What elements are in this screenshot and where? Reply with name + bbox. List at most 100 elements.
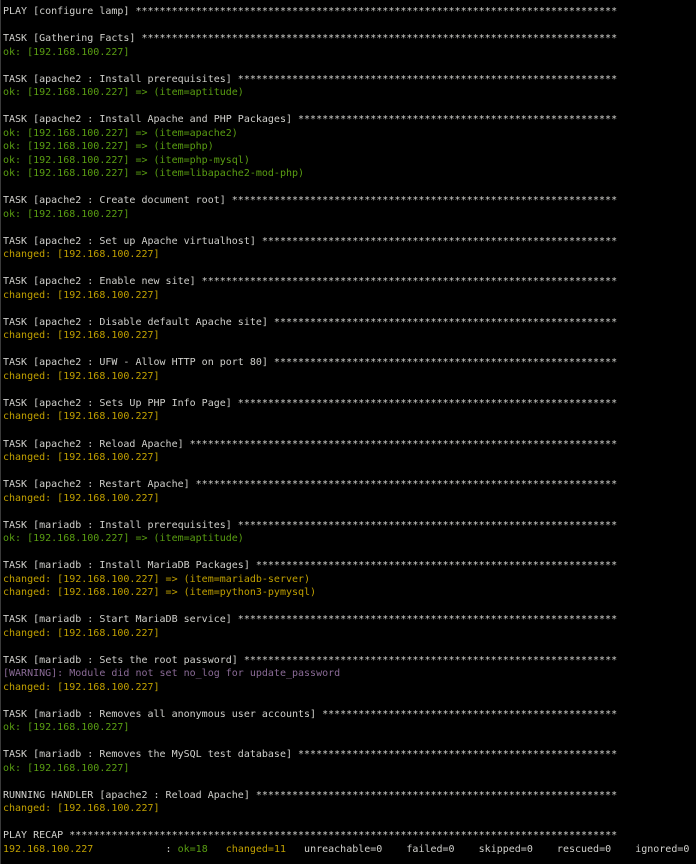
header-line: TASK [mariadb : Removes the MySQL test d… (1, 748, 695, 762)
separator-rule: ****************************************… (225, 195, 618, 207)
result-text: ok: [192.168.100.227] => (item=aptitude) (3, 533, 244, 545)
header-line: PLAY [configure lamp] ******************… (1, 5, 695, 19)
result-line: ok: [192.168.100.227] => (item=php-mysql… (1, 154, 695, 168)
result-text: ok: [192.168.100.227] => (item=php) (3, 141, 214, 153)
warning-text: [WARNING]: Module did not set no_log for… (3, 668, 341, 680)
result-line: changed: [192.168.100.227] (1, 248, 695, 262)
result-text: changed: [192.168.100.227] (3, 370, 160, 382)
header-line: TASK [apache2 : Restart Apache] ********… (1, 478, 695, 492)
header-text: TASK [apache2 : Install prerequisites] (3, 73, 232, 85)
separator-rule: ****************************************… (231, 73, 618, 85)
result-text: changed: [192.168.100.227] (3, 492, 160, 504)
header-text: TASK [mariadb : Removes the MySQL test d… (3, 749, 292, 761)
separator-rule: ****************************************… (129, 6, 618, 17)
result-line: changed: [192.168.100.227] (1, 681, 695, 695)
result-text: changed: [192.168.100.227] => (item=mari… (3, 573, 311, 585)
recap-text: changed=11 (225, 843, 286, 855)
result-line: ok: [192.168.100.227] => (item=aptitude) (1, 532, 695, 546)
header-line: TASK [Gathering Facts] *****************… (1, 32, 695, 46)
header-line: TASK [apache2 : Sets Up PHP Info Page] *… (1, 397, 695, 411)
result-text: changed: [192.168.100.227] (3, 330, 160, 342)
separator-rule: ****************************************… (267, 357, 618, 369)
result-line: ok: [192.168.100.227] (1, 46, 695, 60)
header-line: TASK [mariadb : Start MariaDB service] *… (1, 613, 695, 627)
header-text: TASK [apache2 : Restart Apache] (3, 479, 190, 491)
header-text: TASK [mariadb : Install MariaDB Packages… (3, 560, 250, 572)
recap-text (208, 844, 226, 855)
result-line: changed: [192.168.100.227] (1, 451, 695, 465)
result-text: changed: [192.168.100.227] (3, 803, 160, 815)
separator-rule: ****************************************… (231, 397, 618, 409)
separator-rule: ****************************************… (249, 560, 618, 572)
result-text: changed: [192.168.100.227] (3, 627, 160, 639)
separator-rule: ****************************************… (63, 830, 618, 842)
header-text: TASK [mariadb : Removes all anonymous us… (3, 708, 317, 720)
result-line: changed: [192.168.100.227] (1, 627, 695, 641)
separator-rule: ****************************************… (231, 519, 618, 531)
result-text: changed: [192.168.100.227] (3, 411, 160, 423)
result-text: ok: [192.168.100.227] (3, 762, 130, 774)
header-line: TASK [mariadb : Install prerequisites] *… (1, 519, 695, 533)
result-text: ok: [192.168.100.227] => (item=php-mysql… (3, 154, 250, 166)
header-text: PLAY RECAP (3, 830, 64, 842)
header-text: TASK [apache2 : UFW - Allow HTTP on port… (3, 357, 268, 369)
separator-rule: ****************************************… (135, 33, 618, 45)
result-line: ok: [192.168.100.227] (1, 762, 695, 776)
result-line: ok: [192.168.100.227] => (item=php) (1, 140, 695, 154)
result-line: changed: [192.168.100.227] => (item=pyth… (1, 586, 695, 600)
result-line: ok: [192.168.100.227] (1, 721, 695, 735)
separator-rule: ****************************************… (291, 114, 618, 126)
header-text: PLAY [configure lamp] (3, 6, 130, 17)
header-line: TASK [apache2 : Install prerequisites] *… (1, 73, 695, 87)
terminal-output[interactable]: PLAY [configure lamp] ******************… (0, 0, 695, 864)
recap-text: unreachable=0 failed=0 skipped=0 rescued… (286, 843, 690, 855)
header-text: TASK [apache2 : Install Apache and PHP P… (3, 114, 292, 126)
result-text: changed: [192.168.100.227] (3, 249, 160, 261)
separator-rule: ****************************************… (291, 749, 618, 761)
header-line: TASK [apache2 : Disable default Apache s… (1, 316, 695, 330)
separator-rule: ****************************************… (249, 789, 618, 801)
result-text: ok: [192.168.100.227] => (item=apache2) (3, 127, 238, 139)
result-line: changed: [192.168.100.227] => (item=mari… (1, 573, 695, 587)
result-text: ok: [192.168.100.227] => (item=libapache… (3, 168, 305, 180)
header-text: TASK [Gathering Facts] (3, 33, 136, 45)
header-line: RUNNING HANDLER [apache2 : Reload Apache… (1, 789, 695, 803)
header-text: TASK [apache2 : Disable default Apache s… (3, 316, 268, 328)
result-text: ok: [192.168.100.227] (3, 46, 130, 58)
result-line: changed: [192.168.100.227] (1, 410, 695, 424)
separator-rule: ****************************************… (183, 438, 618, 450)
header-line: TASK [apache2 : UFW - Allow HTTP on port… (1, 356, 695, 370)
header-line: TASK [apache2 : Enable new site] *******… (1, 275, 695, 289)
header-text: TASK [mariadb : Sets the root password] (3, 654, 238, 666)
header-line: TASK [apache2 : Reload Apache] *********… (1, 438, 695, 452)
header-line: TASK [apache2 : Create document root] **… (1, 194, 695, 208)
header-text: TASK [mariadb : Start MariaDB service] (3, 614, 232, 626)
result-line: ok: [192.168.100.227] (1, 208, 695, 222)
separator-rule: ****************************************… (267, 316, 618, 328)
result-text: ok: [192.168.100.227] (3, 722, 130, 734)
result-text: ok: [192.168.100.227] (3, 208, 130, 220)
header-line: TASK [mariadb : Install MariaDB Packages… (1, 559, 695, 573)
recap-line: 192.168.100.227 : ok=18 changed=11 unrea… (1, 843, 695, 857)
header-text: TASK [apache2 : Enable new site] (3, 276, 196, 288)
result-line: changed: [192.168.100.227] (1, 329, 695, 343)
separator-rule: ****************************************… (237, 654, 618, 666)
result-line: ok: [192.168.100.227] => (item=aptitude) (1, 86, 695, 100)
header-text: TASK [apache2 : Create document root] (3, 195, 226, 207)
